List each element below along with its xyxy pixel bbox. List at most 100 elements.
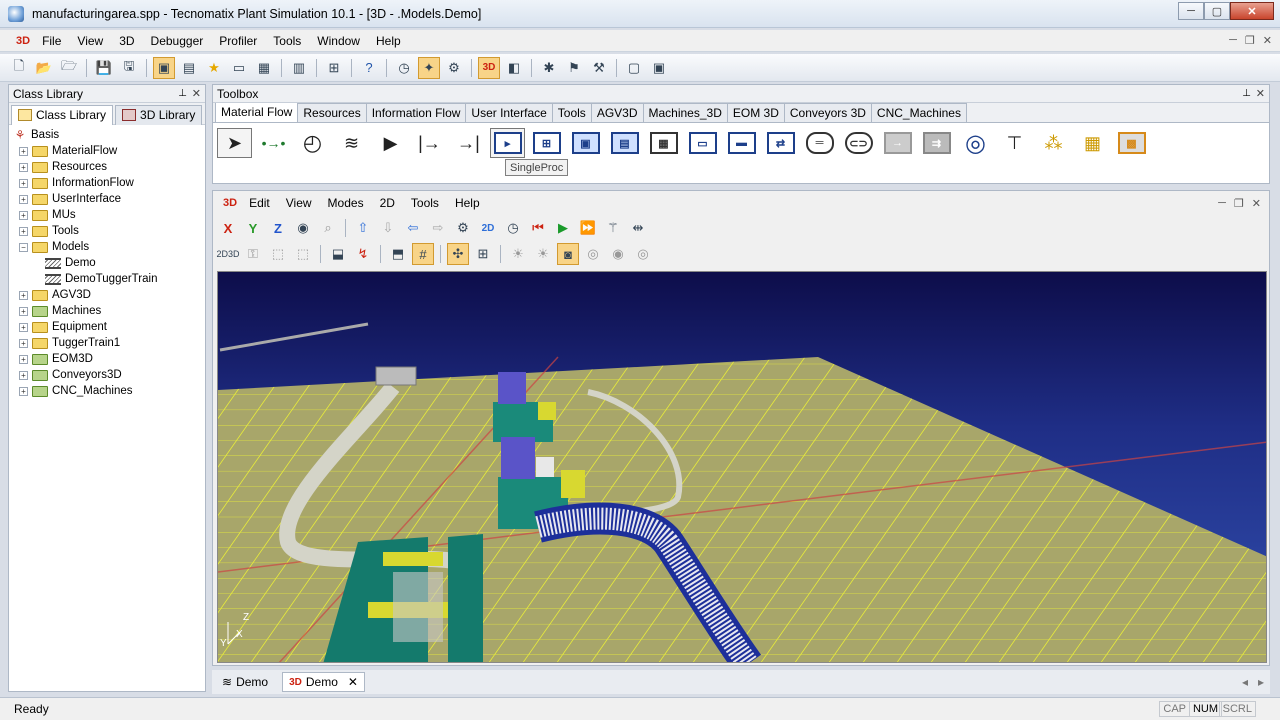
- tab-close-icon[interactable]: ✕: [348, 675, 358, 689]
- event-controller-tool-icon[interactable]: ◴: [295, 128, 330, 158]
- menu-view[interactable]: View: [69, 34, 111, 48]
- menu-3d[interactable]: 3D: [111, 34, 142, 48]
- select-icon[interactable]: ⬚: [267, 243, 289, 265]
- view-2d-icon[interactable]: 2D: [477, 217, 499, 239]
- tree-item[interactable]: + TuggerTrain1: [11, 335, 205, 351]
- mdi-close-icon[interactable]: ✕: [1263, 34, 1272, 47]
- toolbox-tab[interactable]: Conveyors 3D: [783, 103, 872, 122]
- buffer-grid-tool-icon[interactable]: ▦: [646, 128, 681, 158]
- debug-icon[interactable]: ✱: [538, 57, 560, 79]
- expand-icon[interactable]: +: [19, 354, 28, 364]
- image-icon[interactable]: ▣: [648, 57, 670, 79]
- view3d-minimize-icon[interactable]: ─: [1218, 197, 1226, 210]
- mdi-restore-icon[interactable]: ❐: [1245, 34, 1255, 47]
- frame-tool-icon[interactable]: ≋: [334, 128, 369, 158]
- tree-item[interactable]: + AGV3D: [11, 287, 205, 303]
- path-icon[interactable]: ↯: [352, 243, 374, 265]
- expand-icon[interactable]: +: [19, 162, 28, 172]
- tree-item[interactable]: + MUs: [11, 207, 205, 223]
- reset-icon[interactable]: ⏮: [527, 217, 549, 239]
- library-3d-icon[interactable]: ▤: [178, 57, 200, 79]
- save-as-icon[interactable]: 🖫: [118, 57, 140, 79]
- object-icon[interactable]: ⬓: [327, 243, 349, 265]
- pointer-tool-icon[interactable]: ➤: [217, 128, 252, 158]
- disassembly-tool-icon[interactable]: ▤: [607, 128, 642, 158]
- record-icon[interactable]: ◎: [582, 243, 604, 265]
- close-icon[interactable]: ✕: [1256, 87, 1265, 100]
- expand-icon[interactable]: +: [19, 146, 28, 156]
- tree-item[interactable]: DemoTuggerTrain: [11, 271, 205, 287]
- fast-forward-icon[interactable]: ⏩: [577, 217, 599, 239]
- view3d-restore-icon[interactable]: ❐: [1234, 197, 1244, 210]
- select-all-icon[interactable]: ⬚: [292, 243, 314, 265]
- tree-item[interactable]: + Conveyors3D: [11, 367, 205, 383]
- tab-demo-3d[interactable]: 3D Demo ✕: [282, 672, 365, 692]
- move-up-icon[interactable]: ⇧: [352, 217, 374, 239]
- video-icon[interactable]: ◉: [607, 243, 629, 265]
- buffer-tool-icon[interactable]: ▬: [724, 128, 759, 158]
- view3d-menu-view[interactable]: View: [278, 196, 320, 210]
- camera-snap-icon[interactable]: ◙: [557, 243, 579, 265]
- console-icon[interactable]: ▭: [228, 57, 250, 79]
- toolbox-tab[interactable]: AGV3D: [590, 103, 644, 122]
- interface-tool-icon[interactable]: ▶: [373, 128, 408, 158]
- line-tool-icon[interactable]: ═: [802, 128, 837, 158]
- scroll-right-icon[interactable]: ▸: [1258, 675, 1264, 689]
- expand-icon[interactable]: −: [19, 242, 28, 252]
- broker-tool-icon[interactable]: ⊤: [997, 128, 1032, 158]
- toolbox-tab[interactable]: Tools: [551, 103, 592, 122]
- tree-item[interactable]: + Machines: [11, 303, 205, 319]
- tree-item[interactable]: + UserInterface: [11, 191, 205, 207]
- view3d-menu-help[interactable]: Help: [447, 196, 488, 210]
- turntable-tool-icon[interactable]: ⊂⊃: [841, 128, 876, 158]
- expand-icon[interactable]: +: [19, 338, 28, 348]
- toolbox-icon[interactable]: ▦: [253, 57, 275, 79]
- assembly-tool-icon[interactable]: ▣: [568, 128, 603, 158]
- y-axis-icon[interactable]: Y: [242, 217, 264, 239]
- toolbox-tab[interactable]: Information Flow: [365, 103, 467, 122]
- maximize-button[interactable]: ▢: [1204, 2, 1230, 20]
- tab-demo-2d[interactable]: ≋ Demo: [216, 672, 274, 692]
- tree-item[interactable]: + CNC_Machines: [11, 383, 205, 399]
- exporter-tool-icon[interactable]: ◎: [958, 128, 993, 158]
- workerpool-tool-icon[interactable]: ⁂: [1036, 128, 1071, 158]
- expand-icon[interactable]: +: [19, 226, 28, 236]
- toolbox-tab[interactable]: Resources: [297, 103, 367, 122]
- close-button[interactable]: ✕: [1230, 2, 1274, 20]
- minimize-button[interactable]: ─: [1178, 2, 1204, 20]
- flow-control-tool-icon[interactable]: ⇉: [919, 128, 954, 158]
- tree-item[interactable]: + EOM3D: [11, 351, 205, 367]
- expand-icon[interactable]: +: [19, 370, 28, 380]
- split-view-icon[interactable]: ◧: [503, 57, 525, 79]
- video-2-icon[interactable]: ◎: [632, 243, 654, 265]
- tree-item[interactable]: + Tools: [11, 223, 205, 239]
- workplace-tool-icon[interactable]: ▩: [1114, 128, 1149, 158]
- light-icon[interactable]: ☀: [507, 243, 529, 265]
- model-icon[interactable]: ▥: [288, 57, 310, 79]
- track-tool-icon[interactable]: →: [880, 128, 915, 158]
- tracer-icon[interactable]: ⚒: [588, 57, 610, 79]
- view3d-close-icon[interactable]: ✕: [1252, 197, 1261, 210]
- breakpoint-icon[interactable]: ⚑: [563, 57, 585, 79]
- view-3d-icon[interactable]: 3D: [478, 56, 500, 79]
- snap-icon[interactable]: ✣: [447, 243, 469, 265]
- clock-icon[interactable]: ◷: [393, 57, 415, 79]
- class-library-toggle-icon[interactable]: ▣: [153, 56, 175, 79]
- toolbox-tab[interactable]: CNC_Machines: [870, 103, 967, 122]
- expand-icon[interactable]: +: [19, 386, 28, 396]
- start-icon[interactable]: ▶: [552, 217, 574, 239]
- expand-icon[interactable]: +: [19, 290, 28, 300]
- link-icon[interactable]: ⇹: [627, 217, 649, 239]
- event-controller-icon[interactable]: ⚙: [443, 57, 465, 79]
- menu-window[interactable]: Window: [309, 34, 368, 48]
- tree-item[interactable]: − Models: [11, 239, 205, 255]
- move-down-icon[interactable]: ⇩: [377, 217, 399, 239]
- drain-tool-icon[interactable]: →|: [451, 128, 486, 158]
- menu-tools[interactable]: Tools: [265, 34, 309, 48]
- new-file-icon[interactable]: 🗋: [8, 57, 30, 79]
- layout-icon[interactable]: ⊞: [472, 243, 494, 265]
- sorter-tool-icon[interactable]: ▭: [685, 128, 720, 158]
- menu-profiler[interactable]: Profiler: [211, 34, 265, 48]
- view3d-menu-edit[interactable]: Edit: [241, 196, 278, 210]
- z-axis-icon[interactable]: Z: [267, 217, 289, 239]
